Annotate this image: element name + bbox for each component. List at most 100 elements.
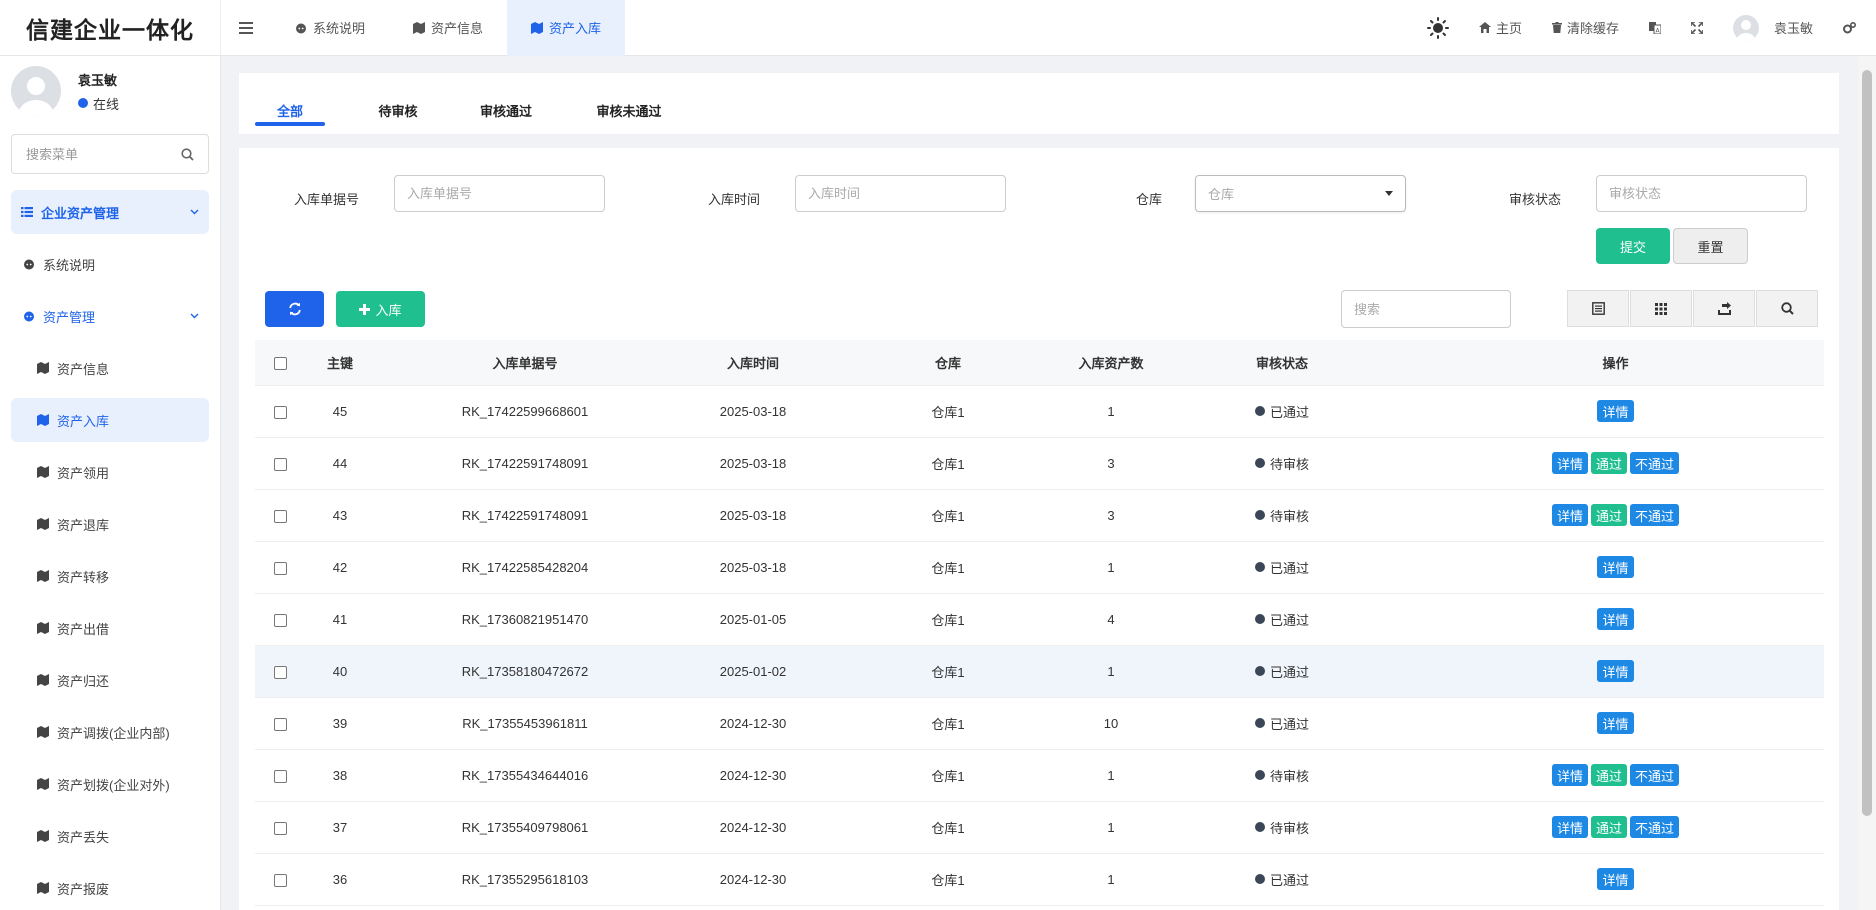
tab-system-info[interactable]: 系统说明 bbox=[271, 0, 389, 56]
detail-button[interactable]: 详情 bbox=[1551, 504, 1588, 526]
detail-button[interactable]: 详情 bbox=[1551, 452, 1588, 474]
cell-doc-no: RK_17422585428204 bbox=[375, 541, 675, 594]
approve-button[interactable]: 通过 bbox=[1590, 452, 1627, 474]
add-inbound-button[interactable]: 入库 bbox=[336, 291, 425, 327]
table-row[interactable]: 41 RK_17360821951470 2025-01-05 仓库1 4 已通过 详情 bbox=[255, 593, 1824, 646]
row-checkbox[interactable] bbox=[273, 561, 287, 575]
status-tab-approved[interactable]: 审核通过 bbox=[471, 101, 541, 134]
table-row[interactable]: 43 RK_17422591748091 2025-03-18 仓库1 3 待审核 详情 通过… bbox=[255, 489, 1824, 542]
row-checkbox[interactable] bbox=[273, 873, 287, 887]
row-checkbox[interactable] bbox=[273, 613, 287, 627]
sidebar-item-4[interactable]: 资产转移 bbox=[11, 554, 209, 598]
tab-asset-info[interactable]: 资产信息 bbox=[389, 0, 507, 56]
row-checkbox[interactable] bbox=[273, 457, 287, 471]
tab-asset-inbound[interactable]: 资产入库 bbox=[507, 0, 626, 56]
sidebar-item-2[interactable]: 资产领用 bbox=[11, 450, 209, 494]
table-row[interactable]: 39 RK_17355453961811 2024-12-30 仓库1 10 已通过 详情 bbox=[255, 697, 1824, 750]
scrollbar-thumb[interactable] bbox=[1862, 70, 1872, 816]
advanced-search-button[interactable] bbox=[1756, 290, 1818, 327]
map-icon bbox=[37, 622, 49, 634]
sidebar-item-7[interactable]: 资产调拨(企业内部) bbox=[11, 710, 209, 754]
sidebar-item-8[interactable]: 资产划拨(企业对外) bbox=[11, 762, 209, 806]
doc-no-input[interactable] bbox=[394, 175, 605, 212]
table-row[interactable]: 37 RK_17355409798061 2024-12-30 仓库1 1 待审核 详情 通过… bbox=[255, 801, 1824, 854]
export-button[interactable] bbox=[1693, 290, 1755, 327]
date-input[interactable] bbox=[795, 175, 1006, 212]
reject-button[interactable]: 不通过 bbox=[1630, 452, 1680, 474]
search-icon[interactable] bbox=[181, 147, 194, 161]
sidebar-item-9[interactable]: 资产丢失 bbox=[11, 814, 209, 858]
sun-icon bbox=[1426, 16, 1449, 39]
table-row[interactable]: 45 RK_17422599668601 2025-03-18 仓库1 1 已通过 详情 bbox=[255, 385, 1824, 438]
header-doc-no: 入库单据号 bbox=[375, 340, 675, 386]
row-checkbox[interactable] bbox=[273, 405, 287, 419]
menu-toggle-button[interactable] bbox=[221, 0, 271, 56]
row-checkbox[interactable] bbox=[273, 665, 287, 679]
table-row[interactable]: 36 RK_17355295618103 2024-12-30 仓库1 1 已通过 详情 bbox=[255, 853, 1824, 906]
avatar bbox=[1732, 14, 1759, 41]
sidebar-item-3[interactable]: 资产退库 bbox=[11, 502, 209, 546]
detail-button[interactable]: 详情 bbox=[1551, 816, 1588, 838]
approve-button[interactable]: 通过 bbox=[1590, 816, 1627, 838]
cell-doc-no: RK_17360821951470 bbox=[375, 593, 675, 646]
cell-date: 2024-12-30 bbox=[675, 801, 831, 854]
map-icon bbox=[37, 570, 49, 582]
sidebar-item-1[interactable]: 资产入库 bbox=[11, 398, 209, 442]
theme-toggle-button[interactable] bbox=[1426, 16, 1449, 39]
sidebar-item-10[interactable]: 资产报废 bbox=[11, 866, 209, 910]
reset-button[interactable]: 重置 bbox=[1673, 228, 1748, 264]
sidebar-group-enterprise-asset[interactable]: 企业资产管理 bbox=[11, 190, 209, 234]
table-row[interactable]: 42 RK_17422585428204 2025-03-18 仓库1 1 已通过 详情 bbox=[255, 541, 1824, 594]
reject-button[interactable]: 不通过 bbox=[1630, 764, 1680, 786]
sidebar-group-asset-management[interactable]: 资产管理 bbox=[11, 294, 209, 338]
table-row[interactable]: 38 RK_17355434644016 2024-12-30 仓库1 1 待审核 详情 通过… bbox=[255, 749, 1824, 802]
detail-button[interactable]: 详情 bbox=[1551, 764, 1588, 786]
table-search-input[interactable] bbox=[1341, 290, 1511, 328]
translate-button[interactable]: A bbox=[1648, 21, 1661, 34]
cell-id: 37 bbox=[305, 801, 375, 854]
cell-id: 42 bbox=[305, 541, 375, 594]
status-tab-rejected[interactable]: 审核未通过 bbox=[579, 101, 679, 134]
approve-button[interactable]: 通过 bbox=[1590, 764, 1627, 786]
settings-button[interactable] bbox=[1843, 21, 1856, 34]
page-scrollbar[interactable] bbox=[1858, 56, 1876, 910]
row-checkbox[interactable] bbox=[273, 769, 287, 783]
detail-button[interactable]: 详情 bbox=[1597, 868, 1634, 890]
row-checkbox[interactable] bbox=[273, 717, 287, 731]
menu-search-input[interactable] bbox=[26, 146, 166, 162]
detail-button[interactable]: 详情 bbox=[1597, 400, 1634, 422]
table-row[interactable]: 40 RK_17358180472672 2025-01-02 仓库1 1 已通过 详情 bbox=[255, 645, 1824, 698]
select-all-checkbox[interactable] bbox=[273, 356, 287, 370]
status-tab-pending[interactable]: 待审核 bbox=[363, 101, 433, 134]
user-menu[interactable]: 袁玉敏 bbox=[1732, 14, 1813, 41]
refresh-button[interactable] bbox=[265, 291, 324, 327]
status-input[interactable] bbox=[1596, 175, 1807, 212]
cell-id: 40 bbox=[305, 645, 375, 698]
warehouse-select[interactable]: 仓库 bbox=[1195, 175, 1406, 212]
row-checkbox[interactable] bbox=[273, 821, 287, 835]
sidebar-item-label: 资产归还 bbox=[57, 673, 110, 689]
fullscreen-button[interactable] bbox=[1690, 21, 1703, 34]
approve-button[interactable]: 通过 bbox=[1590, 504, 1627, 526]
toggle-view-button[interactable] bbox=[1567, 290, 1629, 327]
caret-down-icon bbox=[1385, 191, 1393, 196]
detail-button[interactable]: 详情 bbox=[1597, 608, 1634, 630]
detail-button[interactable]: 详情 bbox=[1597, 660, 1634, 682]
reject-button[interactable]: 不通过 bbox=[1630, 816, 1680, 838]
detail-button[interactable]: 详情 bbox=[1597, 556, 1634, 578]
columns-button[interactable] bbox=[1630, 290, 1692, 327]
status-tab-all[interactable]: 全部 bbox=[255, 101, 325, 134]
sidebar-item-5[interactable]: 资产出借 bbox=[11, 606, 209, 650]
table-row[interactable]: 44 RK_17422591748091 2025-03-18 仓库1 3 待审核 详情 通过… bbox=[255, 437, 1824, 490]
sidebar-item-system-info[interactable]: 系统说明 bbox=[11, 242, 209, 286]
row-checkbox[interactable] bbox=[273, 509, 287, 523]
online-status-label: 在线 bbox=[93, 96, 120, 112]
detail-button[interactable]: 详情 bbox=[1597, 712, 1634, 734]
reject-button[interactable]: 不通过 bbox=[1630, 504, 1680, 526]
clear-cache-button[interactable]: 清除缓存 bbox=[1551, 18, 1619, 37]
sidebar-item-6[interactable]: 资产归还 bbox=[11, 658, 209, 702]
content-panel: 入库单据号 入库时间 仓库 仓库 审核状态 提交 重置 入库 bbox=[239, 148, 1839, 910]
sidebar-item-0[interactable]: 资产信息 bbox=[11, 346, 209, 390]
home-link[interactable]: 主页 bbox=[1478, 18, 1522, 37]
submit-button[interactable]: 提交 bbox=[1596, 228, 1670, 264]
